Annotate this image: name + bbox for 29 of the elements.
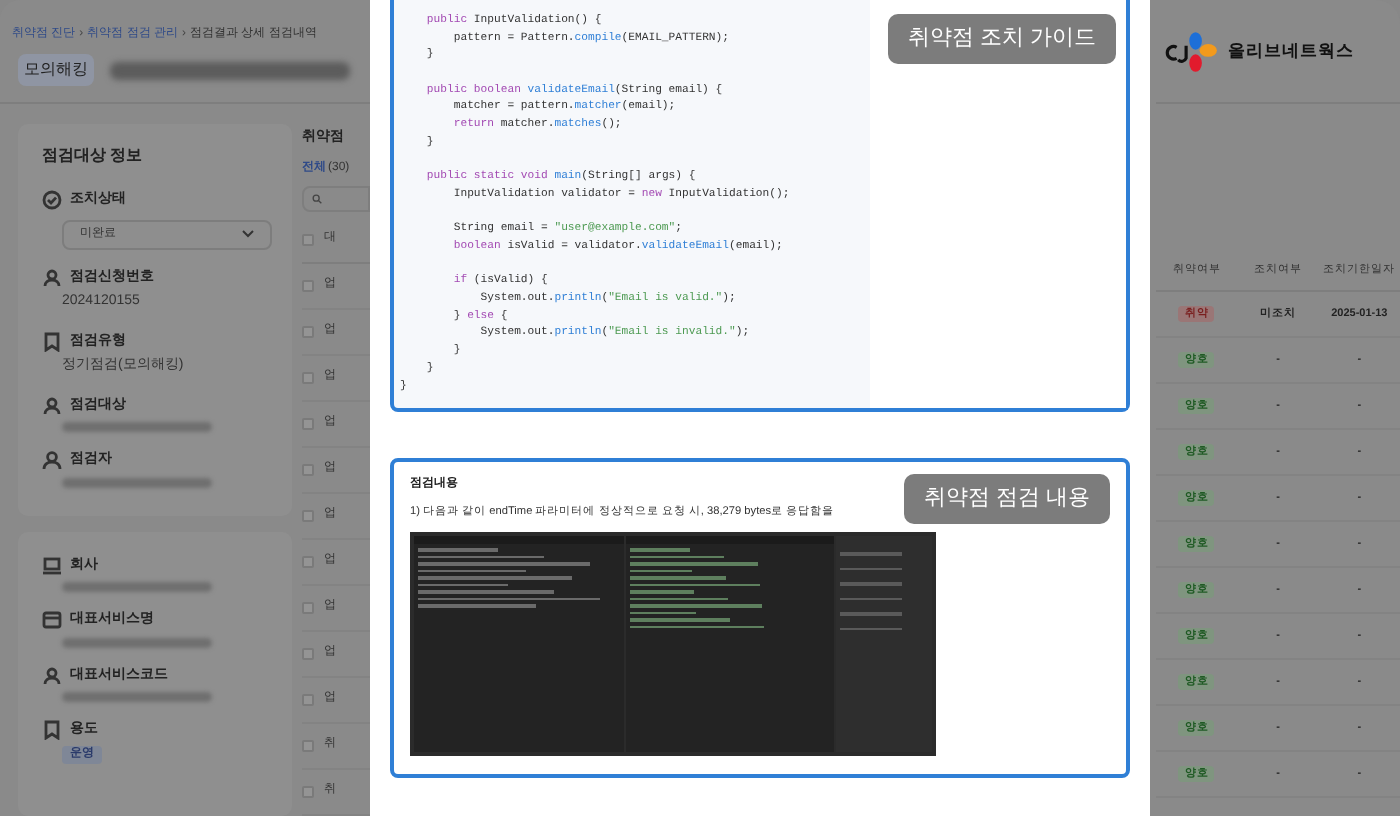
- checkbox[interactable]: [302, 555, 314, 567]
- inspection-badge: 취약점 점검 내용: [903, 474, 1110, 524]
- person-icon: [42, 267, 62, 288]
- checkbox[interactable]: [302, 785, 314, 797]
- bookmark-icon: [42, 331, 62, 352]
- person-icon: [42, 665, 62, 686]
- checkbox[interactable]: [302, 417, 314, 429]
- checkbox[interactable]: [302, 509, 314, 521]
- checkbox[interactable]: [302, 647, 314, 659]
- checkbox[interactable]: [302, 279, 314, 291]
- search-icon: [312, 193, 322, 203]
- user-icon: [42, 450, 62, 471]
- chevron-down-icon: [242, 230, 254, 238]
- window-icon: [42, 610, 62, 631]
- checkbox[interactable]: [302, 693, 314, 705]
- logo-text: 올리브네트웍스: [1228, 38, 1354, 64]
- checkbox[interactable]: [302, 371, 314, 383]
- laptop-icon: [42, 555, 62, 576]
- checkbox[interactable]: [302, 233, 314, 245]
- checkbox[interactable]: [302, 601, 314, 613]
- bookmark-icon: [42, 720, 62, 741]
- checkbox[interactable]: [302, 325, 314, 337]
- check-circle-icon: [42, 190, 62, 211]
- card-title: 점검대상 정보: [42, 144, 145, 168]
- page-tag: 모의해킹: [18, 54, 94, 86]
- guide-badge: 취약점 조치 가이드: [887, 14, 1116, 64]
- checkbox[interactable]: [302, 463, 314, 475]
- checkbox[interactable]: [302, 739, 314, 751]
- person-icon: [42, 395, 62, 416]
